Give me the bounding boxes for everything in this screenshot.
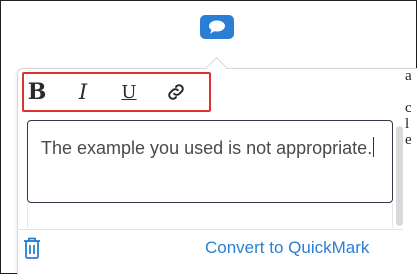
convert-to-quickmark-button[interactable]: Convert to QuickMark xyxy=(205,238,369,258)
link-icon[interactable] xyxy=(163,78,189,106)
speech-bubble-icon[interactable] xyxy=(200,15,234,39)
text-caret xyxy=(373,137,375,157)
underline-button[interactable]: U xyxy=(118,78,140,106)
trash-icon[interactable] xyxy=(22,236,42,260)
comment-text-editor[interactable]: The example you used is not appropriate. xyxy=(27,120,393,203)
bold-button[interactable]: B xyxy=(25,78,49,106)
italic-button[interactable]: I xyxy=(72,78,94,106)
footer-divider xyxy=(17,229,403,230)
editor-overflow-area xyxy=(27,203,393,228)
comment-text: The example you used is not appropriate. xyxy=(41,138,373,158)
scrollbar[interactable] xyxy=(396,126,403,226)
background-text-fragment: a c l e xyxy=(405,68,412,148)
